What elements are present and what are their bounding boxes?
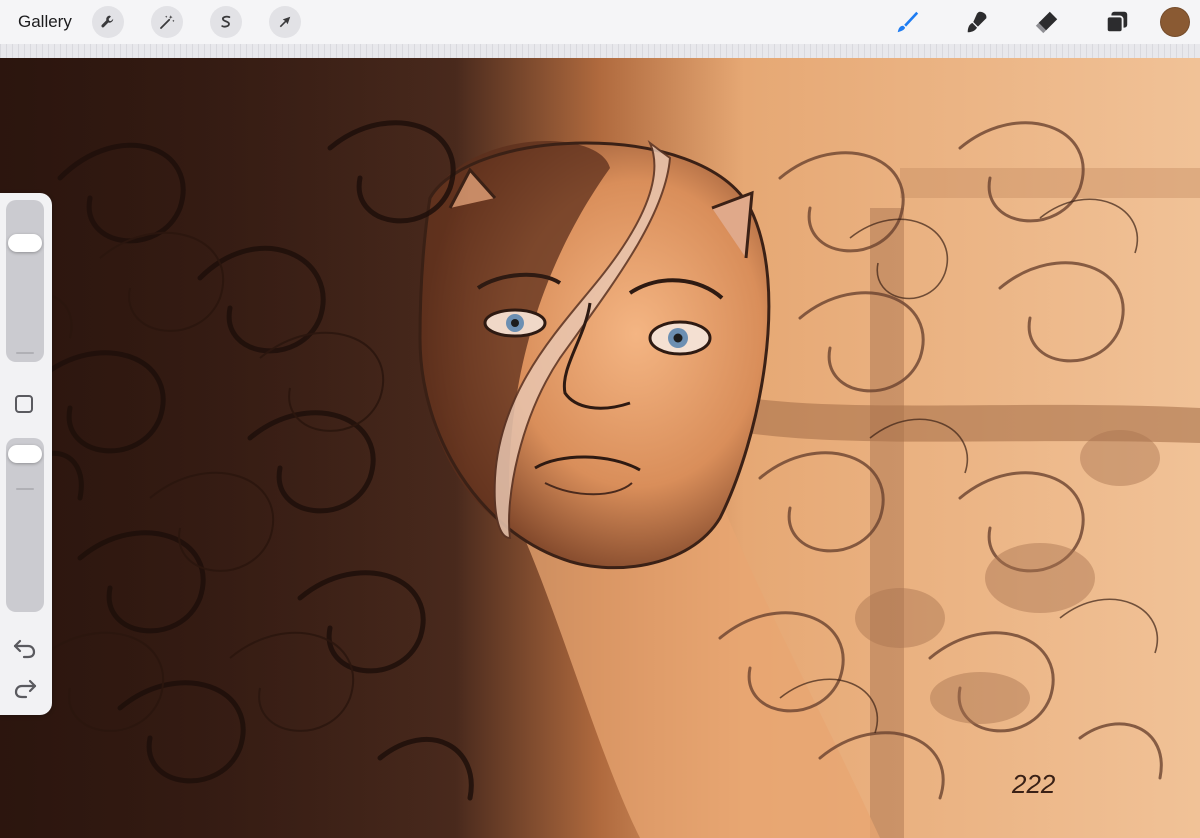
smudge-button[interactable] (942, 0, 1012, 44)
smudge-icon (967, 11, 987, 33)
opacity-thumb[interactable] (8, 444, 42, 463)
selection-s-icon (221, 15, 231, 28)
right-tool-group (872, 0, 1200, 44)
opacity-slider[interactable] (6, 438, 44, 612)
gallery-button[interactable]: Gallery (18, 12, 72, 32)
redo-icon (14, 679, 37, 699)
brush-size-tick (16, 352, 34, 354)
top-toolbar: Gallery (0, 0, 1200, 44)
undo-button[interactable] (12, 637, 38, 659)
layers-button[interactable] (1082, 0, 1152, 44)
layers-icon (1105, 11, 1128, 34)
brush-size-thumb[interactable] (8, 233, 42, 252)
selection-button[interactable] (209, 6, 242, 38)
brush-size-slider[interactable] (6, 200, 44, 362)
magic-wand-icon (159, 15, 175, 29)
transform-button[interactable] (268, 6, 301, 38)
actions-button[interactable] (91, 6, 124, 38)
redo-button[interactable] (12, 677, 38, 699)
brush-sidebar (0, 193, 52, 715)
canvas-scribble-text: 222 (1011, 769, 1056, 799)
drawing-canvas[interactable]: 222 (0, 58, 1200, 838)
color-swatch-button[interactable] (1160, 7, 1190, 37)
brush-button[interactable] (872, 0, 942, 44)
canvas-top-edge (0, 44, 1200, 58)
left-tool-group (91, 6, 301, 38)
arrow-cursor-icon (279, 16, 291, 28)
eraser-icon (1035, 11, 1058, 34)
wrench-icon (101, 15, 114, 28)
square-icon[interactable] (15, 395, 33, 413)
opacity-tick (16, 488, 34, 490)
eraser-button[interactable] (1012, 0, 1082, 44)
undo-icon (13, 639, 36, 659)
artwork-illustration: 222 (0, 58, 1200, 838)
adjustments-button[interactable] (150, 6, 183, 38)
brush-icon (897, 11, 919, 33)
